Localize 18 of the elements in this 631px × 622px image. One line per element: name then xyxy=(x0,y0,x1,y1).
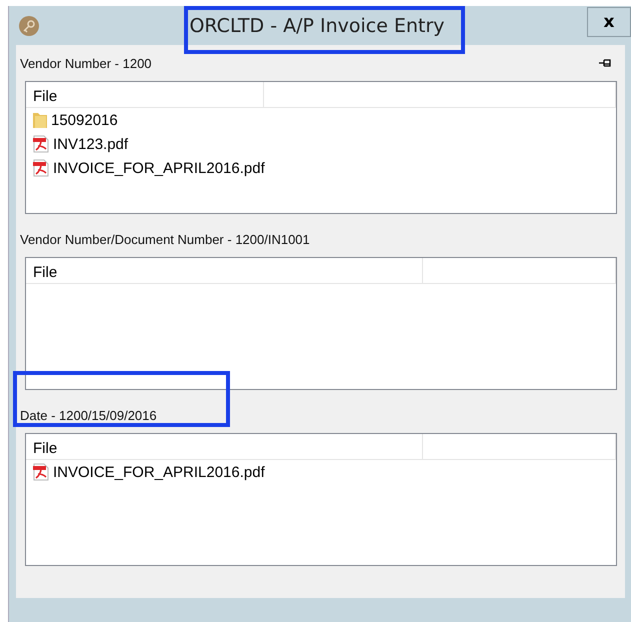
window-title: ORCLTD - A/P Invoice Entry xyxy=(188,14,446,36)
section-label: Vendor Number/Document Number - 1200/IN1001 xyxy=(20,232,311,246)
column-header[interactable]: File xyxy=(26,434,423,459)
pdf-file-icon xyxy=(32,135,50,153)
file-name[interactable]: 15092016 xyxy=(51,112,118,128)
pin-icon[interactable] xyxy=(599,58,611,68)
pdf-file-icon xyxy=(32,159,50,177)
column-header[interactable]: File xyxy=(26,258,423,283)
section-label: Vendor Number - 1200 xyxy=(20,56,153,70)
column-header[interactable]: File xyxy=(26,82,264,107)
pdf-file-icon xyxy=(32,463,50,481)
file-name[interactable]: INVOICE_FOR_APRIL2016.pdf xyxy=(53,464,265,480)
folder-icon xyxy=(32,111,48,129)
section-label: Date - 1200/15/09/2016 xyxy=(20,408,158,422)
file-name[interactable]: INVOICE_FOR_APRIL2016.pdf xyxy=(53,160,265,176)
close-button[interactable]: x xyxy=(587,6,631,36)
file-name[interactable]: INV123.pdf xyxy=(53,136,128,152)
key-logo-icon xyxy=(19,16,39,36)
